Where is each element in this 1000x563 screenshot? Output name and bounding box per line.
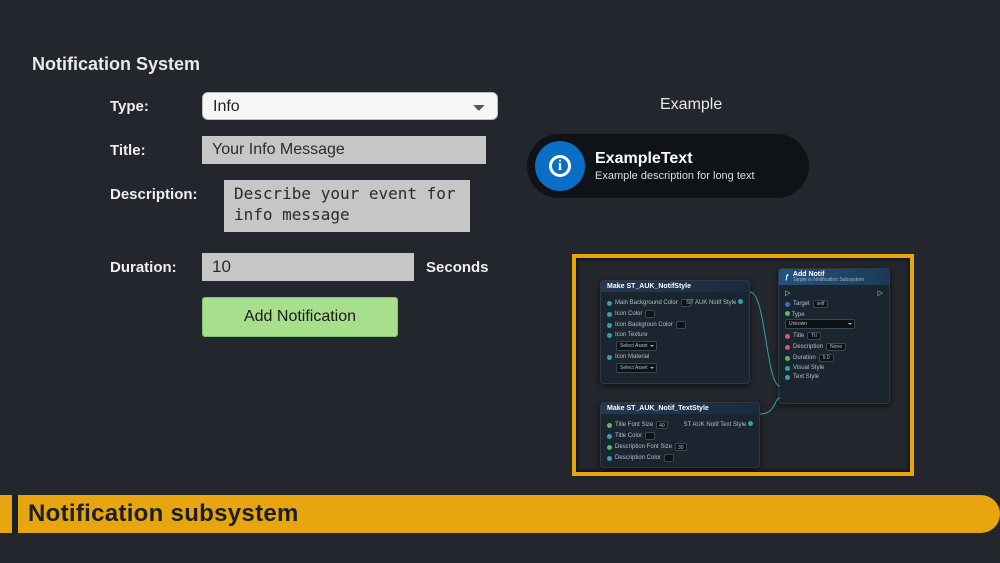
notification-description: Example description for long text <box>595 170 755 182</box>
info-glyph: i <box>549 155 571 177</box>
blueprint-node-make-text-style[interactable]: Make ST_AUK_Notif_TextStyle ST AUK Notif… <box>600 402 760 468</box>
type-label: Type: <box>110 92 202 115</box>
form-row-description: Description: Describe your event for inf… <box>110 180 500 237</box>
add-notification-button[interactable]: Add Notification <box>202 297 398 337</box>
notification-title: ExampleText <box>595 150 755 168</box>
duration-input[interactable] <box>202 253 414 281</box>
form-row-type: Type: Info <box>110 92 500 120</box>
form-row-duration: Duration: Seconds <box>110 253 500 281</box>
example-heading: Example <box>660 96 722 114</box>
exec-in-icon: ▷ <box>785 289 790 297</box>
bar-notch <box>12 495 18 533</box>
node-header: Make ST_AUK_Notif_TextStyle <box>601 403 759 414</box>
blueprint-node-make-notif-style[interactable]: Make ST_AUK_NotifStyle ST AUK Notif Styl… <box>600 280 750 384</box>
seconds-label: Seconds <box>414 253 489 276</box>
page-title: Notification System <box>32 54 200 75</box>
description-label: Description: <box>110 180 224 203</box>
title-label: Title: <box>110 136 202 159</box>
notification-form: Type: Info Title: Description: Describe … <box>110 92 500 337</box>
description-input[interactable]: Describe your event for info message <box>224 180 470 232</box>
duration-label: Duration: <box>110 253 202 276</box>
blueprint-panel: Make ST_AUK_NotifStyle ST AUK Notif Styl… <box>572 254 914 476</box>
exec-out-icon: ▷ <box>878 289 883 297</box>
node-header: ƒ Add Notif Target is Notification Subsy… <box>779 269 889 285</box>
notification-preview: i ExampleText Example description for lo… <box>527 134 809 198</box>
node-header: Make ST_AUK_NotifStyle <box>601 281 749 292</box>
node-output-pin: ST AUK Notif Text Style <box>684 421 753 428</box>
info-icon: i <box>535 141 585 191</box>
function-icon: ƒ <box>785 274 789 281</box>
blueprint-node-add-notif[interactable]: ƒ Add Notif Target is Notification Subsy… <box>778 268 890 404</box>
footer-bar: Notification subsystem <box>0 495 1000 533</box>
type-select[interactable]: Info <box>202 92 498 120</box>
title-input[interactable] <box>202 136 486 164</box>
footer-title: Notification subsystem <box>28 500 299 528</box>
node-output-pin: ST AUK Notif Style <box>686 299 743 306</box>
form-row-title: Title: <box>110 136 500 164</box>
